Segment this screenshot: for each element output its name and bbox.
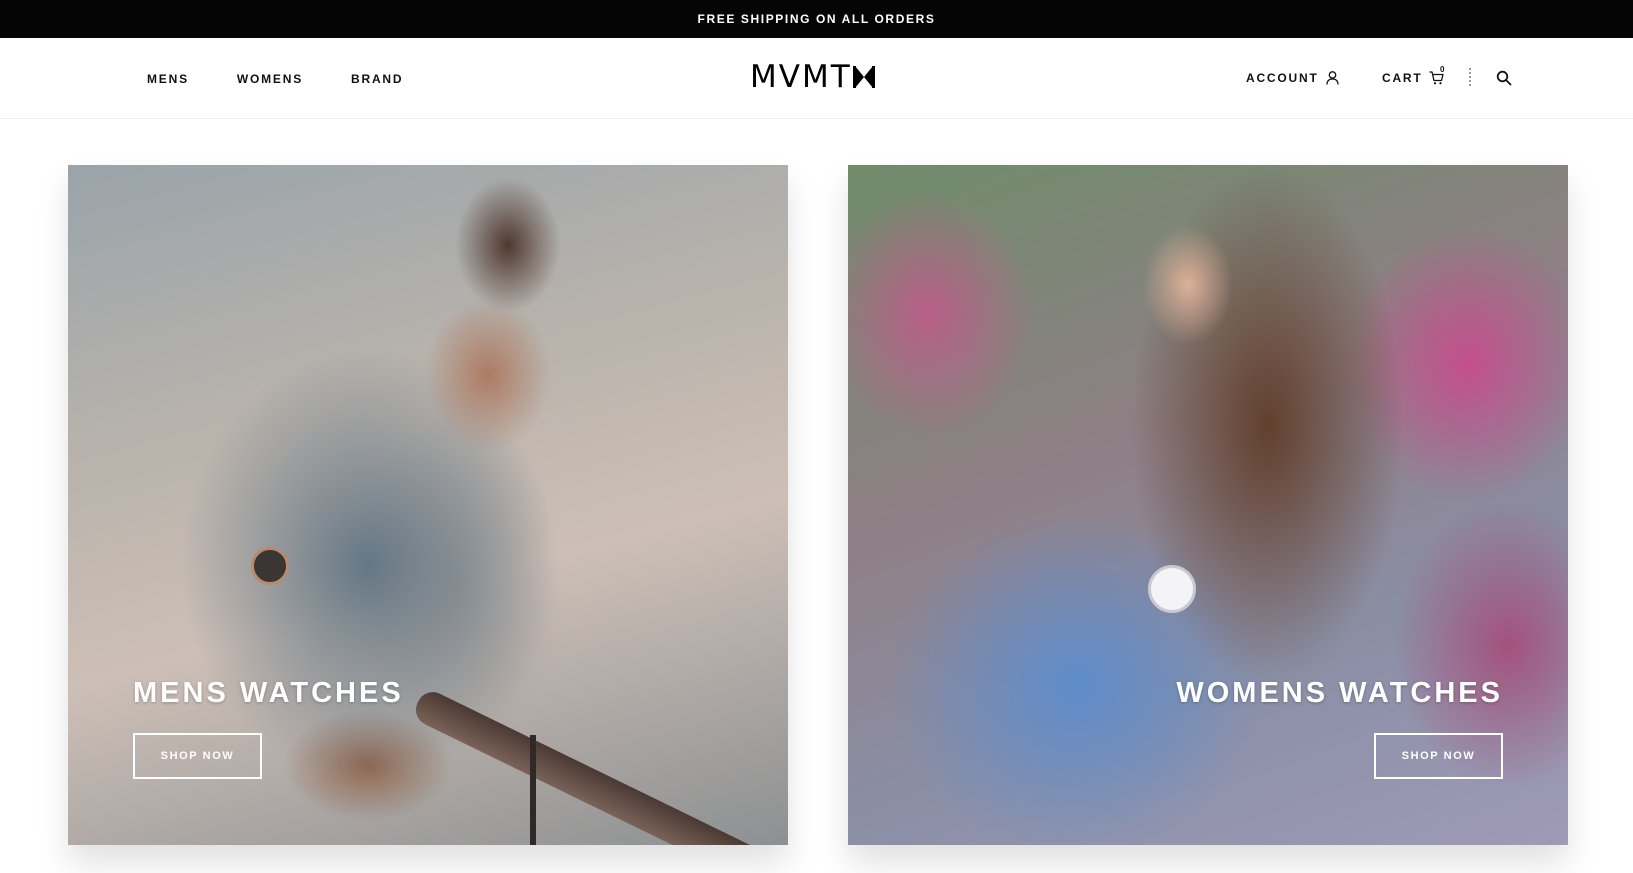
womens-shop-now-button[interactable]: SHOP NOW xyxy=(1374,733,1503,779)
cart-label: CART xyxy=(1382,71,1423,85)
mens-watches-tile[interactable]: MENS WATCHES SHOP NOW xyxy=(68,165,788,845)
nav-link-womens[interactable]: WOMENS xyxy=(237,72,303,86)
site-header: MENS WOMENS BRAND MVMT ACCOUNT CART 0 xyxy=(0,38,1633,119)
account-link[interactable]: ACCOUNT xyxy=(1246,71,1339,85)
mens-shop-now-button[interactable]: SHOP NOW xyxy=(133,733,262,779)
nav-link-mens[interactable]: MENS xyxy=(147,72,189,86)
logo-bowtie-icon xyxy=(852,66,875,88)
mens-watch-image xyxy=(251,547,289,585)
cart-link[interactable]: CART xyxy=(1382,71,1444,85)
womens-watches-tile[interactable]: WOMENS WATCHES SHOP NOW xyxy=(848,165,1568,845)
main-nav: MENS WOMENS BRAND xyxy=(147,72,403,86)
balcony-post-decor xyxy=(530,735,536,845)
logo-wordmark: MVMT xyxy=(750,59,852,95)
womens-watch-image xyxy=(1148,565,1196,613)
account-label: ACCOUNT xyxy=(1246,71,1319,85)
promo-text: FREE SHIPPING ON ALL ORDERS xyxy=(697,12,936,26)
header-actions: ACCOUNT CART 0 xyxy=(1133,38,1633,119)
search-icon[interactable] xyxy=(1496,70,1512,86)
header-divider xyxy=(1469,68,1471,86)
mens-tile-title: MENS WATCHES xyxy=(133,677,404,709)
promo-bar: FREE SHIPPING ON ALL ORDERS xyxy=(0,0,1633,38)
nav-link-brand[interactable]: BRAND xyxy=(351,72,403,86)
cart-count-badge: 0 xyxy=(1440,65,1445,74)
user-icon xyxy=(1325,71,1339,85)
womens-tile-title: WOMENS WATCHES xyxy=(1176,677,1503,709)
brand-logo[interactable]: MVMT xyxy=(750,60,875,94)
